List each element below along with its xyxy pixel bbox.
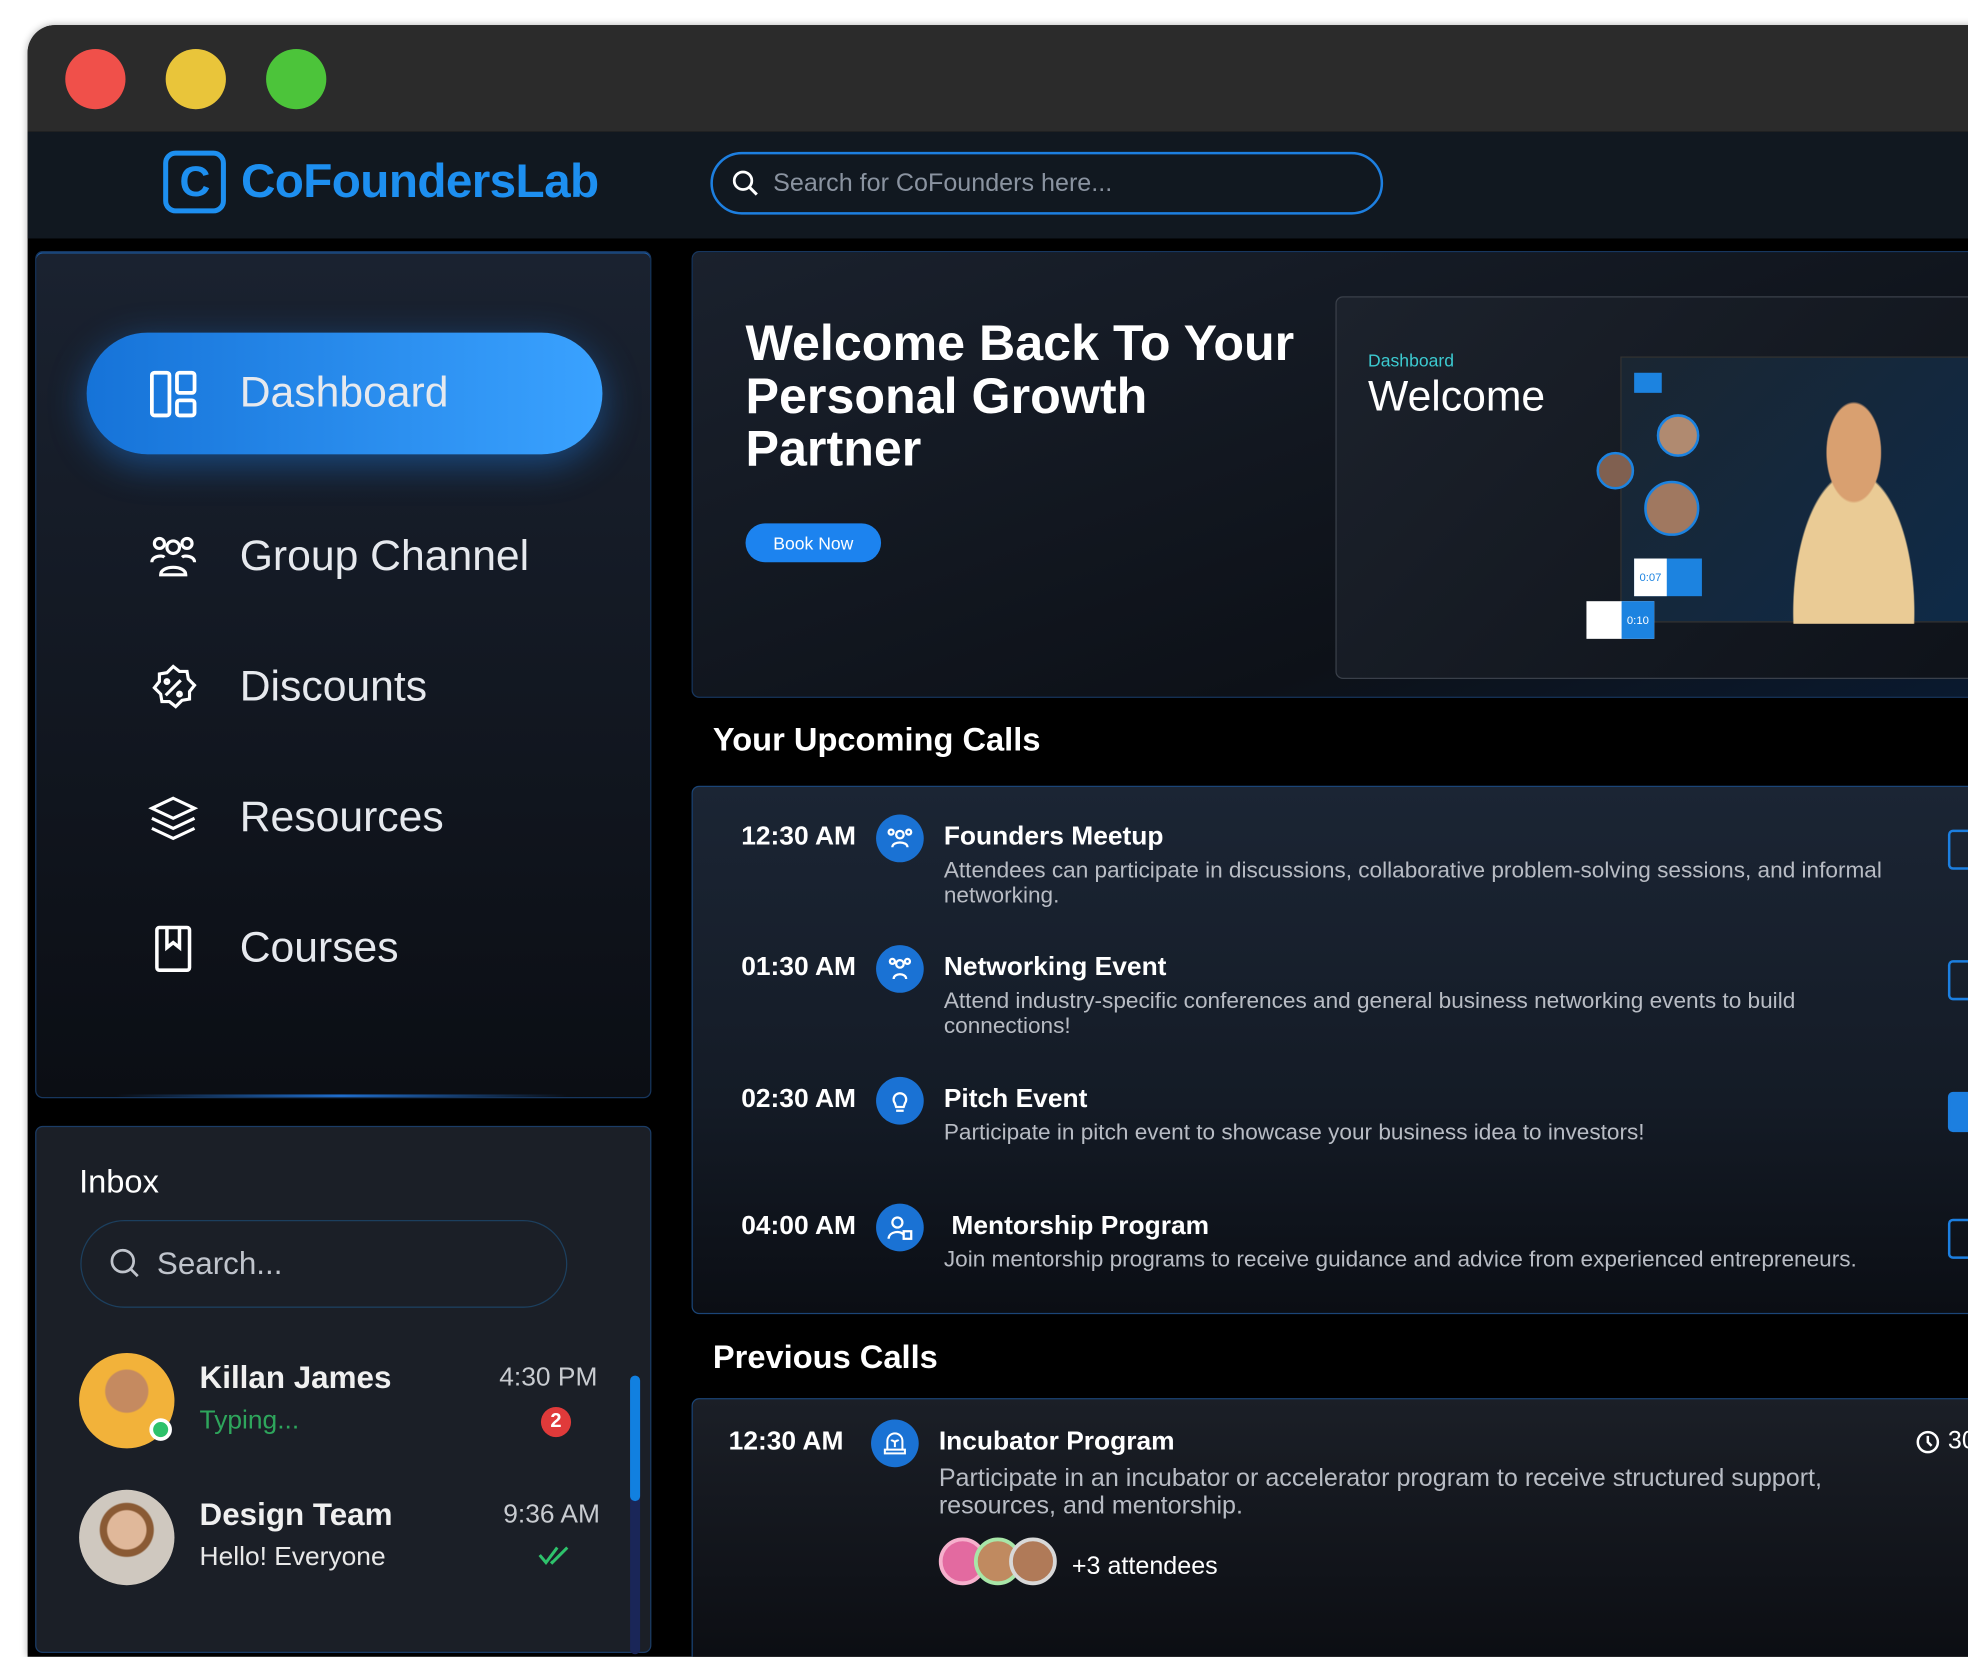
call-name: Pitch Event (944, 1084, 1088, 1114)
incubator-icon (871, 1420, 919, 1468)
join-call-button[interactable] (1948, 830, 1968, 870)
inbox-search-input[interactable]: Search... (80, 1220, 567, 1308)
sender-name: Killan James (200, 1361, 392, 1397)
message-preview: Typing... (200, 1406, 300, 1436)
people-icon (876, 815, 924, 863)
card-label: Dashboard (1368, 350, 1454, 370)
header: C CoFoundersLab Search for CoFounders he… (28, 132, 1968, 239)
call-time: 12:30 AM (705, 1427, 843, 1457)
call-time: 02:30 AM (718, 1084, 856, 1114)
read-check-icon (538, 1545, 571, 1565)
welcome-banner: Welcome Back To Your Personal Growth Par… (692, 251, 1968, 698)
dashboard-icon (147, 367, 200, 420)
title-bar (28, 25, 1968, 132)
group-icon (147, 530, 200, 583)
timer-chip: 0:10 (1586, 601, 1654, 639)
sidebar-item-label: Group Channel (240, 532, 529, 581)
call-item[interactable]: 04:00 AM Mentorship Program Join mentors… (693, 1211, 1968, 1311)
upcoming-calls-title: Your Upcoming Calls (713, 720, 1041, 759)
message-time: 4:30 PM (499, 1363, 597, 1393)
join-call-button[interactable] (1948, 1219, 1968, 1259)
call-name: Incubator Program (939, 1427, 1175, 1457)
search-placeholder: Search... (157, 1246, 283, 1282)
mentor-icon (876, 1204, 924, 1252)
search-placeholder: Search for CoFounders here... (773, 169, 1112, 198)
host-video (1760, 395, 1948, 623)
attendee-count: +3 attendees (1072, 1553, 1218, 1582)
sidebar-item-group-channel[interactable]: Group Channel (87, 496, 603, 618)
sidebar-item-dashboard[interactable]: Dashboard (87, 333, 603, 455)
sidebar-item-label: Discounts (240, 663, 427, 712)
divider (115, 1094, 567, 1097)
book-now-button[interactable]: Book Now (746, 523, 882, 562)
call-description: Join mentorship programs to receive guid… (944, 1246, 1898, 1271)
join-call-button[interactable] (1948, 1092, 1968, 1132)
message-preview: Hello! Everyone (200, 1543, 386, 1573)
inbox-scrollbar[interactable] (630, 1376, 640, 1655)
participant-avatar (1657, 414, 1700, 457)
card-title: Welcome (1368, 373, 1545, 422)
sidebar-item-label: Resources (240, 793, 444, 842)
clock-icon (1915, 1430, 1940, 1455)
call-item[interactable]: 02:30 AM Pitch Event Participate in pitc… (693, 1084, 1968, 1184)
search-icon (730, 168, 760, 198)
timer-chip: 0:07 (1634, 559, 1702, 597)
sidebar-item-label: Dashboard (240, 369, 449, 418)
app-window: C CoFoundersLab Search for CoFounders he… (28, 25, 1968, 1657)
participant-avatar (1644, 481, 1699, 536)
call-time: 12:30 AM (718, 822, 856, 852)
cofounder-search-input[interactable]: Search for CoFounders here... (710, 152, 1383, 215)
sidebar-item-courses[interactable]: Courses (87, 887, 603, 1009)
message-time: 9:36 AM (503, 1500, 600, 1530)
sidebar: Dashboard Group Channel Discounts Resour… (35, 251, 651, 1098)
inbox-title: Inbox (79, 1162, 159, 1201)
call-description: Participate in an incubator or accelerat… (939, 1465, 1893, 1520)
video-call-preview: 0:07 0:10 (1620, 356, 1968, 622)
minimize-button[interactable] (166, 49, 226, 109)
sidebar-item-resources[interactable]: Resources (87, 757, 603, 879)
avatar (79, 1490, 174, 1585)
call-description: Attendees can participate in discussions… (944, 857, 1898, 907)
call-item[interactable]: 12:30 AM Founders Meetup Attendees can p… (693, 822, 1968, 922)
call-duration: 30 (1948, 1427, 1968, 1456)
sidebar-item-discounts[interactable]: Discounts (87, 626, 603, 748)
logo[interactable]: C CoFoundersLab (163, 151, 598, 214)
close-button[interactable] (65, 49, 125, 109)
inbox-panel: Inbox Search... Killan James Typing... 4… (35, 1126, 651, 1653)
maximize-button[interactable] (266, 49, 326, 109)
unread-badge: 2 (541, 1407, 571, 1437)
call-name: Mentorship Program (951, 1211, 1209, 1241)
layers-icon (147, 791, 200, 844)
online-indicator (149, 1418, 172, 1441)
call-time: 01:30 AM (718, 953, 856, 983)
discount-icon (147, 661, 200, 714)
welcome-title: Welcome Back To Your Personal Growth Par… (746, 318, 1298, 476)
call-description: Attend industry-specific conferences and… (944, 988, 1898, 1038)
video-camera-icon (1634, 373, 1662, 393)
call-time: 04:00 AM (718, 1211, 856, 1241)
sidebar-item-label: Courses (240, 924, 399, 973)
inbox-message[interactable]: Killan James Typing... 4:30 PM 2 (79, 1353, 587, 1448)
group-icon (876, 945, 924, 993)
call-name: Networking Event (944, 953, 1167, 983)
inbox-message[interactable]: Design Team Hello! Everyone 9:36 AM (79, 1490, 587, 1585)
participant-avatar (1596, 452, 1634, 490)
call-description: Participate in pitch event to showcase y… (944, 1120, 1898, 1145)
previous-calls-title: Previous Calls (713, 1338, 938, 1377)
search-icon (109, 1248, 142, 1281)
logo-icon: C (163, 151, 226, 214)
upcoming-calls-list: 12:30 AM Founders Meetup Attendees can p… (692, 786, 1968, 1314)
sender-name: Design Team (200, 1497, 393, 1533)
join-call-button[interactable] (1948, 960, 1968, 1000)
call-name: Founders Meetup (944, 822, 1164, 852)
lightbulb-icon (876, 1077, 924, 1125)
call-item[interactable]: 12:30 AM Incubator Program Participate i… (693, 1427, 1968, 1527)
welcome-illustration: Dashboard Welcome 0:07 0:10 (1335, 296, 1968, 679)
previous-calls-list: 12:30 AM Incubator Program Participate i… (692, 1398, 1968, 1657)
book-icon (147, 922, 200, 975)
attendee-avatars (939, 1537, 1090, 1590)
brand-name: CoFoundersLab (241, 155, 598, 209)
call-item[interactable]: 01:30 AM Networking Event Attend industr… (693, 953, 1968, 1053)
attendee-avatar (1009, 1537, 1057, 1585)
